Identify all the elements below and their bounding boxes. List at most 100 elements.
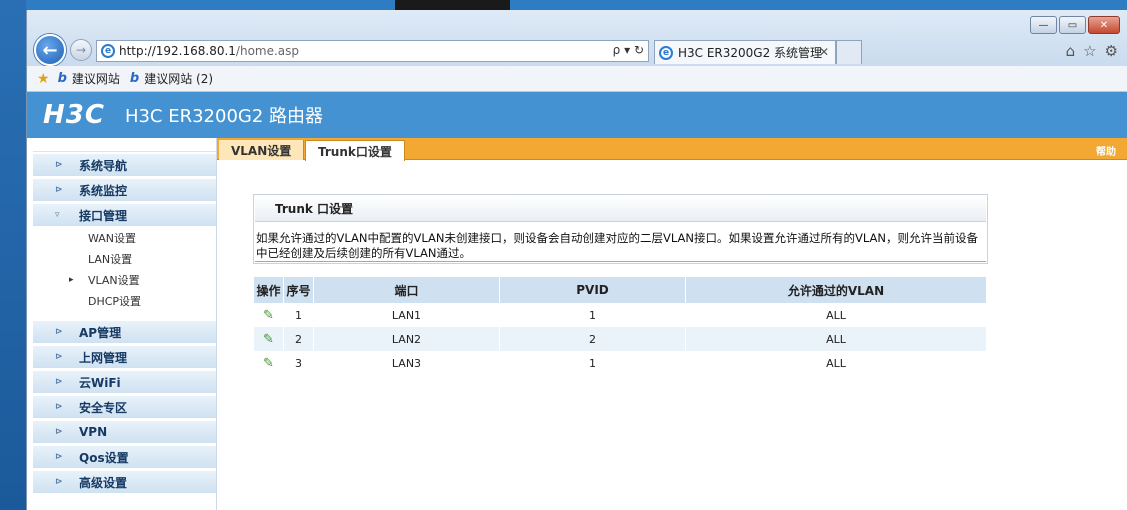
cell-no: 2 [284, 327, 314, 351]
menu-label: 系统监控 [79, 183, 128, 198]
sidebar-item-navigation[interactable]: ⊳ 系统导航 [33, 154, 216, 177]
edit-button[interactable]: ✎ [254, 303, 284, 327]
close-window-button[interactable]: ✕ [1088, 16, 1120, 34]
cell-port: LAN1 [314, 303, 500, 327]
sidebar-subitem-wan[interactable]: WAN设置 [33, 227, 216, 248]
cell-vlan: ALL [686, 327, 987, 351]
chevron-right-icon: ⊳ [55, 352, 63, 362]
sidebar-subitem-dhcp[interactable]: DHCP设置 [33, 290, 216, 311]
edit-button[interactable]: ✎ [254, 351, 284, 375]
ie-tab-icon: e [659, 45, 673, 60]
header-banner: H3C H3C ER3200G2 路由器 [27, 92, 1127, 138]
back-button[interactable]: ← [34, 34, 66, 66]
chevron-right-icon: ⊳ [55, 377, 63, 387]
submenu-label: DHCP设置 [88, 294, 142, 308]
menu-label: AP管理 [79, 325, 122, 340]
sidebar-item-advanced[interactable]: ⊳ 高级设置 [33, 471, 216, 494]
submenu-label: LAN设置 [88, 252, 133, 266]
sidebar-subitem-vlan[interactable]: ▸ VLAN设置 [33, 269, 216, 290]
cell-pvid: 2 [500, 327, 686, 351]
desktop-background [0, 0, 26, 510]
menu-label: 安全专区 [79, 400, 128, 415]
cell-pvid: 1 [500, 351, 686, 375]
col-pvid: PVID [500, 277, 686, 303]
page-tabbar: VLAN设置 Trunk口设置 帮助 [217, 138, 1127, 161]
tab-close-icon[interactable]: ✕ [819, 45, 829, 59]
sidebar-item-security[interactable]: ⊳ 安全专区 [33, 396, 216, 419]
gear-icon[interactable]: ⚙ [1105, 42, 1118, 60]
cell-no: 1 [284, 303, 314, 327]
star-icon[interactable]: ☆ [1083, 42, 1096, 60]
chevron-right-icon: ⊳ [55, 185, 63, 195]
menu-label: 系统导航 [79, 158, 128, 173]
cell-port: LAN2 [314, 327, 500, 351]
address-tools[interactable]: ρ ▾ ↻ [613, 43, 644, 57]
maximize-button[interactable]: ▭ [1059, 16, 1086, 34]
chevron-right-icon: ⊳ [55, 477, 63, 487]
cell-vlan: ALL [686, 351, 987, 375]
h3c-logo: H3C [43, 100, 105, 130]
table-row: ✎ 1 LAN1 1 ALL [254, 303, 987, 327]
favorite-link-1[interactable]: b 建议网站 [58, 70, 120, 87]
cell-pvid: 1 [500, 303, 686, 327]
pencil-icon[interactable]: ✎ [263, 308, 274, 323]
menu-label: 云WiFi [79, 375, 121, 390]
sidebar-item-qos[interactable]: ⊳ Qos设置 [33, 446, 216, 469]
router-page: H3C H3C ER3200G2 路由器 ⊳ 系统导航 ⊳ 系统监控 ▿ 接口管理 W… [27, 92, 1127, 510]
menu-label: 接口管理 [79, 208, 128, 223]
menu-label: 上网管理 [79, 350, 128, 365]
col-vlan: 允许通过的VLAN [686, 277, 987, 303]
browser-tab[interactable]: e H3C ER3200G2 系统管理 ✕ [654, 40, 836, 64]
url-host: http://192.168.80.1 [119, 44, 236, 58]
cell-port: LAN3 [314, 351, 500, 375]
chevron-right-icon: ⊳ [55, 402, 63, 412]
table-row: ✎ 2 LAN2 2 ALL [254, 327, 987, 351]
ie-page-icon: e [101, 44, 115, 58]
desktop-top-strip [26, 0, 1127, 10]
favorite-link-2[interactable]: b 建议网站 (2) [130, 70, 213, 87]
tab-vlan-settings[interactable]: VLAN设置 [219, 140, 305, 160]
pencil-icon[interactable]: ✎ [263, 332, 274, 347]
help-link[interactable]: 帮助 [1096, 143, 1116, 158]
minimize-button[interactable]: — [1030, 16, 1057, 34]
arrow-left-icon: ← [42, 39, 58, 61]
menu-label: Qos设置 [79, 450, 129, 465]
product-title: H3C ER3200G2 路由器 [124, 106, 324, 127]
main-content: VLAN设置 Trunk口设置 帮助 Trunk 口设置 如果允许通过的VLAN… [217, 138, 1127, 510]
submenu-label: WAN设置 [88, 231, 137, 245]
tab-title: H3C ER3200G2 系统管理 [678, 46, 823, 60]
address-bar[interactable]: e http://192.168.80.1/home.asp ρ ▾ ↻ [96, 40, 649, 62]
sidebar-item-interface[interactable]: ▿ 接口管理 [33, 204, 216, 227]
cell-no: 3 [284, 351, 314, 375]
sidebar-top [33, 138, 216, 152]
address-url[interactable]: http://192.168.80.1/home.asp [119, 44, 299, 58]
browser-right-icons: ⌂ ☆ ⚙ [1066, 42, 1118, 60]
menu-label: 高级设置 [79, 475, 128, 490]
trunk-description: 如果允许通过的VLAN中配置的VLAN未创建接口，则设备会自动创建对应的二层VL… [256, 231, 979, 260]
favorite-label: 建议网站 [71, 72, 120, 86]
bing-icon: b [129, 71, 140, 86]
favorites-star-icon[interactable]: ★ [37, 71, 50, 87]
sidebar-item-ap[interactable]: ⊳ AP管理 [33, 321, 216, 344]
sidebar-item-vpn[interactable]: ⊳ VPN [33, 421, 216, 444]
sidebar-subitem-lan[interactable]: LAN设置 [33, 248, 216, 269]
tab-trunk-settings[interactable]: Trunk口设置 [305, 140, 405, 161]
table-row: ✎ 3 LAN3 1 ALL [254, 351, 987, 375]
chevron-down-icon: ▿ [55, 210, 60, 220]
edit-button[interactable]: ✎ [254, 327, 284, 351]
arrow-right-icon: → [75, 43, 87, 57]
sidebar-item-internet[interactable]: ⊳ 上网管理 [33, 346, 216, 369]
submenu-label: VLAN设置 [88, 273, 140, 287]
chevron-right-icon: ⊳ [55, 427, 63, 437]
forward-button[interactable]: → [70, 39, 92, 61]
home-icon[interactable]: ⌂ [1066, 42, 1076, 60]
sidebar-item-monitor[interactable]: ⊳ 系统监控 [33, 179, 216, 202]
bing-icon: b [57, 71, 67, 86]
new-tab-button[interactable] [836, 40, 862, 64]
trunk-title: Trunk 口设置 [255, 196, 986, 222]
pencil-icon[interactable]: ✎ [263, 356, 274, 371]
chevron-right-icon: ⊳ [55, 160, 63, 170]
sidebar-item-cloud-wifi[interactable]: ⊳ 云WiFi [33, 371, 216, 394]
cell-vlan: ALL [686, 303, 987, 327]
divider [255, 261, 986, 262]
